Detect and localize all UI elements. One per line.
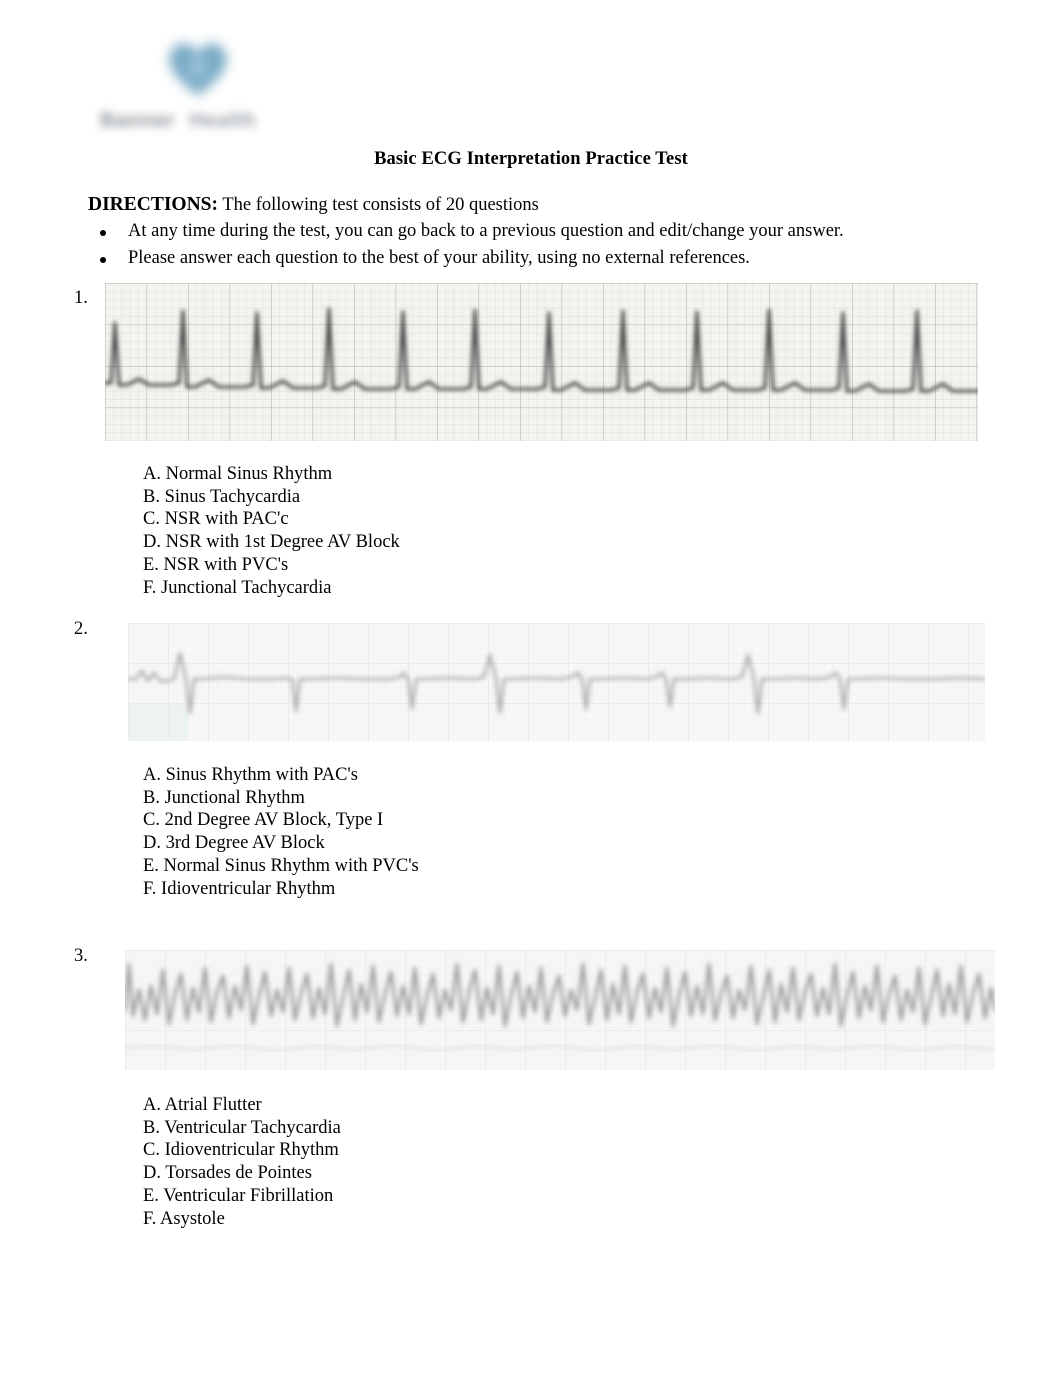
organization-logo: Banner Health (78, 26, 278, 146)
question-1-options: A. Normal Sinus Rhythm B. Sinus Tachycar… (143, 463, 400, 599)
question-3-option-f[interactable]: F. Asystole (143, 1208, 341, 1231)
logo-wordmark-word2: Health (189, 109, 257, 132)
question-2-option-a[interactable]: A. Sinus Rhythm with PAC's (143, 764, 419, 787)
question-1-option-c[interactable]: C. NSR with PAC'c (143, 508, 400, 531)
question-2-number: 2. (74, 619, 88, 639)
ecg-strip-question-2 (128, 623, 985, 741)
ecg-strip-question-3 (125, 950, 995, 1070)
question-1-option-f[interactable]: F. Junctional Tachycardia (143, 577, 400, 600)
page-title: Basic ECG Interpretation Practice Test (374, 149, 688, 169)
question-2-options: A. Sinus Rhythm with PAC's B. Junctional… (143, 764, 419, 900)
question-3-option-d[interactable]: D. Torsades de Pointes (143, 1162, 341, 1185)
question-2-option-e[interactable]: E. Normal Sinus Rhythm with PVC's (143, 855, 419, 878)
directions-text: The following test consists of 20 questi… (222, 195, 539, 215)
question-3-option-e[interactable]: E. Ventricular Fibrillation (143, 1185, 341, 1208)
question-1-option-d[interactable]: D. NSR with 1st Degree AV Block (143, 531, 400, 554)
heart-icon (162, 32, 234, 104)
question-1-option-e[interactable]: E. NSR with PVC's (143, 554, 400, 577)
directions-block: DIRECTIONS: The following test consists … (88, 192, 988, 272)
ecg-strip-question-1 (105, 283, 978, 441)
question-2-option-b[interactable]: B. Junctional Rhythm (143, 787, 419, 810)
directions-bullet-list: At any time during the test, you can go … (88, 218, 988, 272)
question-3-options: A. Atrial Flutter B. Ventricular Tachyca… (143, 1094, 341, 1230)
question-2-option-d[interactable]: D. 3rd Degree AV Block (143, 832, 419, 855)
question-3-option-a[interactable]: A. Atrial Flutter (143, 1094, 341, 1117)
question-3-option-c[interactable]: C. Idioventricular Rhythm (143, 1139, 341, 1162)
question-2-option-f[interactable]: F. Idioventricular Rhythm (143, 878, 419, 901)
question-1-option-a[interactable]: A. Normal Sinus Rhythm (143, 463, 400, 486)
directions-bullet-2: Please answer each question to the best … (88, 245, 988, 272)
document-page: Banner Health Basic ECG Interpretation P… (0, 0, 1062, 1377)
question-2-option-c[interactable]: C. 2nd Degree AV Block, Type I (143, 809, 419, 832)
directions-bullet-1: At any time during the test, you can go … (88, 218, 988, 245)
question-3-number: 3. (74, 946, 88, 966)
logo-wordmark-word1: Banner (99, 109, 176, 132)
directions-heading: DIRECTIONS: The following test consists … (88, 192, 988, 218)
question-1-number: 1. (74, 288, 88, 308)
question-3-option-b[interactable]: B. Ventricular Tachycardia (143, 1117, 341, 1140)
question-1-option-b[interactable]: B. Sinus Tachycardia (143, 486, 400, 509)
directions-label: DIRECTIONS: (88, 194, 219, 215)
logo-wordmark: Banner Health (80, 108, 276, 134)
